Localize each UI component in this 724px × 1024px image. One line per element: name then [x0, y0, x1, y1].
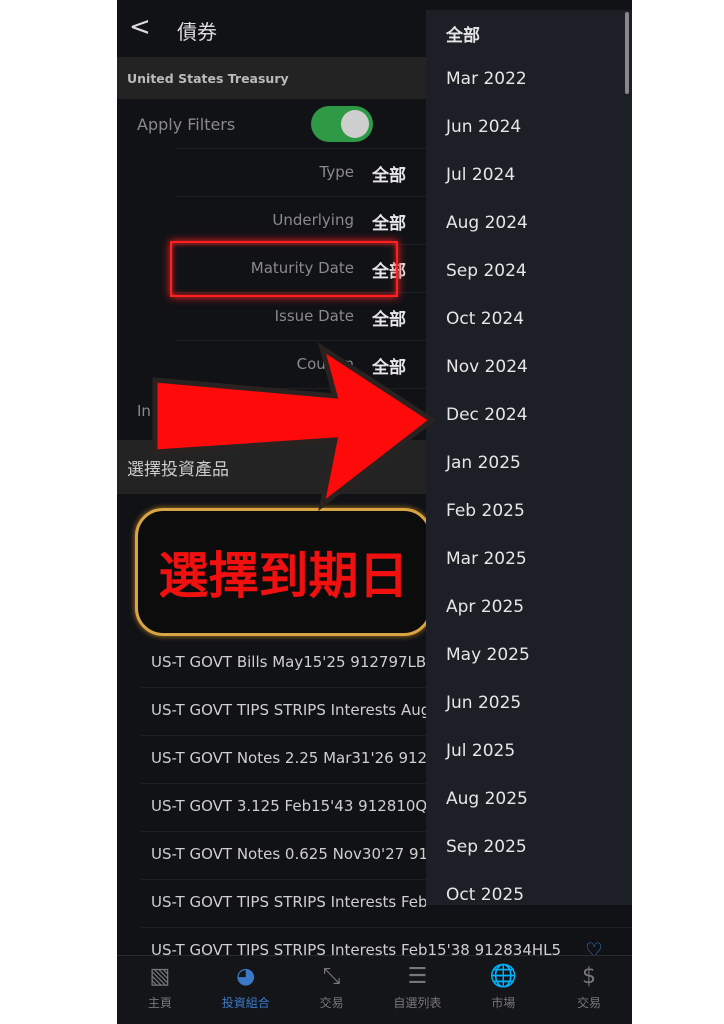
annotation-arrow [152, 342, 437, 512]
arrow-shape [152, 342, 437, 512]
